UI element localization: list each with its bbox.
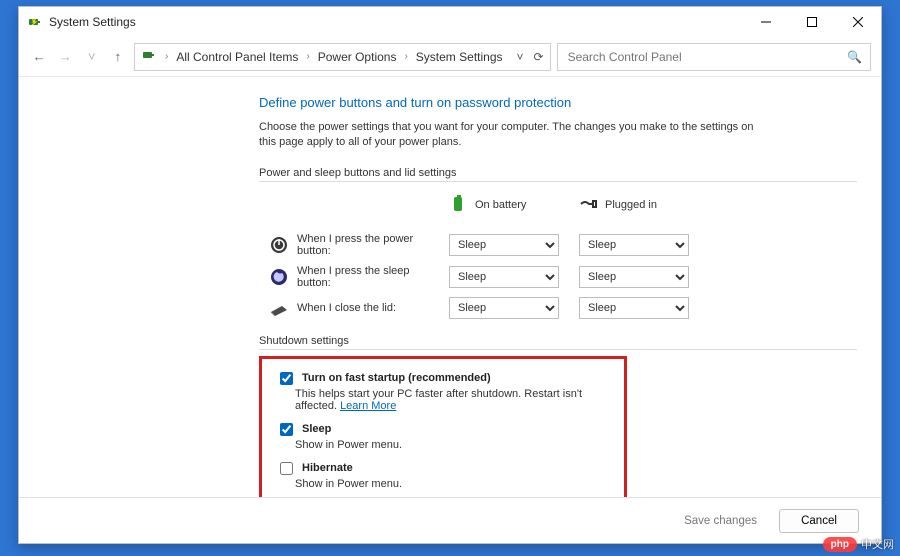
col-label: On battery bbox=[475, 199, 526, 211]
battery-icon bbox=[449, 194, 469, 217]
learn-more-link[interactable]: Learn More bbox=[340, 400, 396, 412]
col-plugged-in: Plugged in bbox=[579, 188, 689, 223]
breadcrumb[interactable]: Power Options bbox=[318, 50, 397, 64]
control-panel-window: System Settings ← → ˅ ↑ › All Control Pa… bbox=[18, 6, 882, 544]
checkbox-label: Hibernate bbox=[302, 462, 353, 474]
content-area: Define power buttons and turn on passwor… bbox=[19, 77, 881, 497]
maximize-button[interactable] bbox=[789, 7, 835, 37]
plug-icon bbox=[579, 194, 599, 217]
checkbox-description: Show in Power menu. bbox=[295, 439, 610, 451]
setting-row-lid: When I close the lid: Sleep Sleep bbox=[269, 293, 857, 323]
shutdown-setting-sleep: Sleep Show in Power menu. bbox=[276, 420, 610, 451]
search-icon[interactable]: 🔍 bbox=[847, 50, 862, 64]
nav-recent-button[interactable]: ˅ bbox=[82, 46, 102, 68]
fast-startup-checkbox[interactable] bbox=[280, 372, 293, 385]
power-button-battery-select[interactable]: Sleep bbox=[449, 234, 559, 256]
nav-up-button[interactable]: ↑ bbox=[108, 46, 128, 68]
page-description: Choose the power settings that you want … bbox=[259, 120, 759, 151]
toolbar: ← → ˅ ↑ › All Control Panel Items › Powe… bbox=[19, 37, 881, 77]
row-label: When I press the sleep button: bbox=[297, 265, 429, 289]
nav-back-button[interactable]: ← bbox=[29, 46, 49, 68]
sleep-button-battery-select[interactable]: Sleep bbox=[449, 266, 559, 288]
power-button-plugged-select[interactable]: Sleep bbox=[579, 234, 689, 256]
checkbox-description: This helps start your PC faster after sh… bbox=[295, 388, 610, 412]
hibernate-checkbox[interactable] bbox=[280, 462, 293, 475]
breadcrumb[interactable]: System Settings bbox=[416, 50, 503, 64]
battery-icon bbox=[27, 14, 43, 30]
watermark-logo: php bbox=[823, 537, 857, 552]
col-label: Plugged in bbox=[605, 199, 657, 211]
minimize-button[interactable] bbox=[743, 7, 789, 37]
highlighted-region: Turn on fast startup (recommended) This … bbox=[259, 356, 627, 497]
watermark-text: 中文网 bbox=[861, 536, 894, 552]
chevron-right-icon: › bbox=[165, 51, 168, 62]
column-headers: On battery Plugged in bbox=[269, 188, 857, 223]
refresh-icon[interactable]: ⟳ bbox=[534, 50, 544, 64]
chevron-down-icon[interactable]: ˅ bbox=[517, 50, 524, 64]
cancel-button[interactable]: Cancel bbox=[779, 509, 859, 533]
power-button-icon bbox=[269, 235, 289, 255]
page-heading: Define power buttons and turn on passwor… bbox=[259, 95, 857, 110]
watermark: php 中文网 bbox=[823, 536, 894, 552]
row-label: When I press the power button: bbox=[297, 233, 429, 257]
section-title-power-buttons: Power and sleep buttons and lid settings bbox=[259, 167, 857, 182]
lid-battery-select[interactable]: Sleep bbox=[449, 297, 559, 319]
lid-icon bbox=[269, 298, 289, 318]
window-controls bbox=[743, 7, 881, 37]
setting-row-power-button: When I press the power button: Sleep Sle… bbox=[269, 229, 857, 261]
footer: Save changes Cancel bbox=[19, 497, 881, 543]
row-label: When I close the lid: bbox=[297, 302, 396, 314]
sleep-checkbox[interactable] bbox=[280, 423, 293, 436]
chevron-right-icon: › bbox=[404, 51, 407, 62]
breadcrumb[interactable]: All Control Panel Items bbox=[176, 50, 298, 64]
checkbox-description: Show in Power menu. bbox=[295, 478, 610, 490]
chevron-right-icon: › bbox=[306, 51, 309, 62]
titlebar: System Settings bbox=[19, 7, 881, 37]
checkbox-label: Sleep bbox=[302, 423, 331, 435]
sleep-button-icon bbox=[269, 267, 289, 287]
sleep-button-plugged-select[interactable]: Sleep bbox=[579, 266, 689, 288]
shutdown-setting-hibernate: Hibernate Show in Power menu. bbox=[276, 459, 610, 490]
checkbox-label: Turn on fast startup (recommended) bbox=[302, 372, 491, 384]
lid-plugged-select[interactable]: Sleep bbox=[579, 297, 689, 319]
section-title-shutdown: Shutdown settings bbox=[259, 335, 857, 350]
nav-forward-button[interactable]: → bbox=[55, 46, 75, 68]
shutdown-setting-fast-startup: Turn on fast startup (recommended) This … bbox=[276, 369, 610, 412]
battery-icon bbox=[141, 47, 157, 66]
close-button[interactable] bbox=[835, 7, 881, 37]
col-on-battery: On battery bbox=[449, 188, 559, 223]
address-bar[interactable]: › All Control Panel Items › Power Option… bbox=[134, 43, 551, 71]
search-input[interactable] bbox=[566, 49, 847, 65]
search-box[interactable]: 🔍 bbox=[557, 43, 871, 71]
window-title: System Settings bbox=[49, 15, 743, 29]
setting-row-sleep-button: When I press the sleep button: Sleep Sle… bbox=[269, 261, 857, 293]
save-changes-button[interactable]: Save changes bbox=[672, 509, 769, 533]
